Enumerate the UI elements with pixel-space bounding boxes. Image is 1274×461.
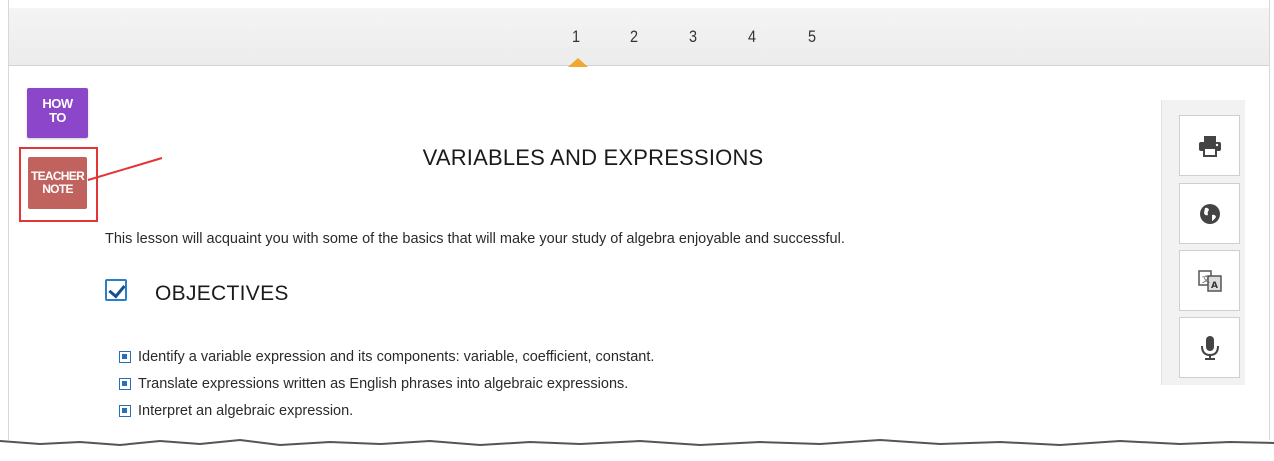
objective-text: Translate expressions written as English…	[138, 376, 629, 392]
page-navigation: 1 2 3 4 5	[9, 8, 1269, 67]
torn-edge	[0, 438, 1274, 461]
teacher-note-line2: NOTE	[42, 182, 73, 196]
how-to-button[interactable]: HOW TO	[27, 88, 88, 138]
objectives-heading: OBJECTIVES	[155, 282, 289, 305]
objectives-list: Identify a variable expression and its c…	[118, 347, 654, 428]
teacher-note-highlight: TEACHER NOTE	[19, 147, 98, 222]
bullet-icon	[119, 405, 131, 417]
globe-icon	[1199, 203, 1220, 224]
checkbox-icon	[105, 279, 127, 301]
svg-text:A: A	[1211, 281, 1218, 291]
print-icon	[1198, 135, 1221, 157]
objective-text: Interpret an algebraic expression.	[138, 403, 354, 419]
page-4-tab[interactable]: 4	[739, 22, 765, 52]
translate-icon: 文 A	[1197, 269, 1222, 292]
page-2-tab[interactable]: 2	[621, 22, 647, 52]
teacher-note-button[interactable]: TEACHER NOTE	[28, 157, 87, 209]
list-item: Translate expressions written as English…	[118, 374, 654, 401]
bullet-icon	[119, 351, 131, 363]
lesson-frame: 1 2 3 4 5 HOW TO TEACHER NOTE VARIABLES …	[8, 0, 1270, 440]
page-3-tab[interactable]: 3	[680, 22, 706, 52]
translate-button[interactable]: 文 A	[1179, 250, 1240, 311]
lesson-intro: This lesson will acquaint you with some …	[105, 231, 845, 247]
how-to-line2: TO	[49, 110, 66, 125]
list-item: Identify a variable expression and its c…	[118, 347, 654, 374]
print-button[interactable]	[1179, 115, 1240, 176]
lesson-title: VARIABLES AND EXPRESSIONS	[422, 145, 764, 170]
microphone-button[interactable]	[1179, 317, 1240, 378]
objective-text: Identify a variable expression and its c…	[138, 349, 655, 365]
how-to-line1: HOW	[42, 96, 73, 111]
page-5-tab[interactable]: 5	[799, 22, 825, 52]
svg-text:文: 文	[1202, 274, 1210, 284]
bullet-icon	[119, 378, 131, 390]
tool-sidebar: 文 A	[1161, 100, 1245, 385]
microphone-icon	[1200, 335, 1219, 360]
globe-button[interactable]	[1179, 183, 1240, 244]
active-page-indicator	[568, 58, 588, 67]
page-1-tab[interactable]: 1	[563, 22, 589, 52]
